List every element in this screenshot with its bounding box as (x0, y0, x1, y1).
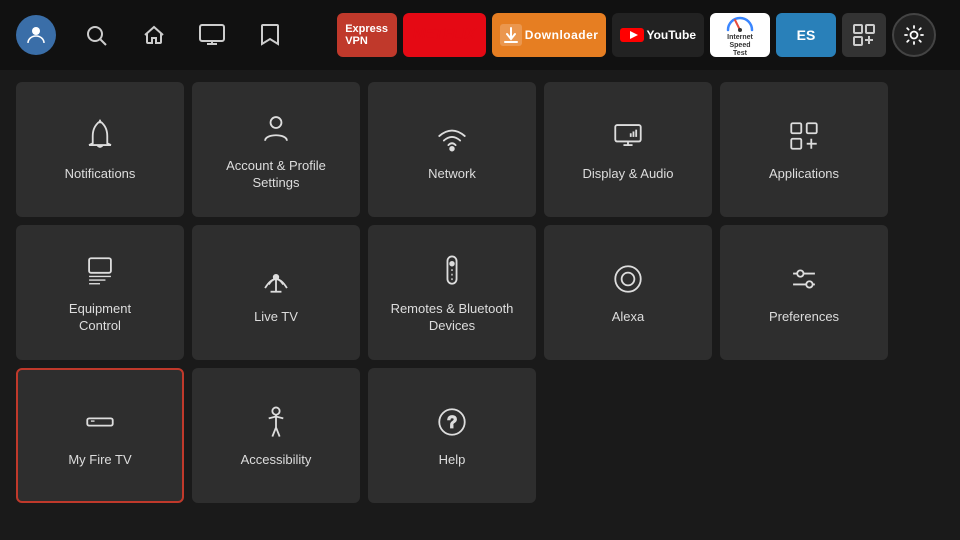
downloader-label: Downloader (525, 28, 599, 42)
help-icon: ? (432, 402, 472, 442)
youtube-app[interactable]: YouTube (612, 13, 704, 57)
topbar: ExpressVPN NETFLIX Downloader YouTube (0, 0, 960, 70)
downloader-app[interactable]: Downloader (492, 13, 607, 57)
account-label: Account & ProfileSettings (218, 158, 334, 192)
youtube-label: YouTube (646, 28, 696, 42)
tile-help[interactable]: ? Help (368, 368, 536, 503)
tile-network[interactable]: Network (368, 82, 536, 217)
applications-label: Applications (761, 166, 847, 183)
notifications-label: Notifications (57, 166, 144, 183)
bell-icon (80, 116, 120, 156)
tile-account[interactable]: Account & ProfileSettings (192, 82, 360, 217)
add-app-button[interactable] (842, 13, 886, 57)
nav-left (16, 15, 288, 55)
remotes-label: Remotes & BluetoothDevices (383, 301, 522, 335)
tile-preferences[interactable]: Preferences (720, 225, 888, 360)
tile-notifications[interactable]: Notifications (16, 82, 184, 217)
tile-applications[interactable]: Applications (720, 82, 888, 217)
help-label: Help (431, 452, 474, 469)
myfiretv-label: My Fire TV (60, 452, 139, 469)
tile-accessibility[interactable]: Accessibility (192, 368, 360, 503)
speedtest-label: InternetSpeedTest (727, 34, 753, 57)
settings-button[interactable] (892, 13, 936, 57)
accessibility-icon (256, 402, 296, 442)
sliders-icon (784, 259, 824, 299)
livetv-label: Live TV (246, 309, 306, 326)
es-label: ES (797, 27, 816, 43)
preferences-label: Preferences (761, 309, 847, 326)
expressvpn-app[interactable]: ExpressVPN (337, 13, 397, 57)
grid-row-1: Notifications Account & ProfileSettings … (16, 82, 944, 217)
bookmark-icon[interactable] (252, 17, 288, 53)
es-app[interactable]: ES (776, 13, 836, 57)
grid-row-3: My Fire TV Accessibility ? Help (16, 368, 944, 503)
alexa-icon (608, 259, 648, 299)
wifi-icon (432, 116, 472, 156)
tile-display-audio[interactable]: Display & Audio (544, 82, 712, 217)
profile-avatar[interactable] (16, 15, 56, 55)
monitor-icon (608, 116, 648, 156)
app-shortcuts: ExpressVPN NETFLIX Downloader YouTube (337, 13, 936, 57)
search-icon[interactable] (78, 17, 114, 53)
person-icon (256, 108, 296, 148)
tile-livetv[interactable]: Live TV (192, 225, 360, 360)
remote-icon (432, 251, 472, 291)
firetv-icon (80, 402, 120, 442)
alexa-label: Alexa (604, 309, 653, 326)
tile-alexa[interactable]: Alexa (544, 225, 712, 360)
tile-remotes[interactable]: Remotes & BluetoothDevices (368, 225, 536, 360)
settings-main: Notifications Account & ProfileSettings … (0, 70, 960, 515)
home-icon[interactable] (136, 17, 172, 53)
accessibility-label: Accessibility (233, 452, 320, 469)
netflix-app[interactable]: NETFLIX (403, 13, 486, 57)
tv-icon[interactable] (194, 17, 230, 53)
netflix-label: NETFLIX (413, 26, 476, 44)
expressvpn-label: ExpressVPN (345, 23, 388, 47)
tv-remote-icon (80, 251, 120, 291)
grid-row-2: EquipmentControl Live TV Remotes & Bluet (16, 225, 944, 360)
tile-equipment[interactable]: EquipmentControl (16, 225, 184, 360)
equipment-label: EquipmentControl (61, 301, 139, 335)
display-audio-label: Display & Audio (574, 166, 681, 183)
network-label: Network (420, 166, 484, 183)
speedtest-app[interactable]: InternetSpeedTest (710, 13, 770, 57)
antenna-icon (256, 259, 296, 299)
svg-text:?: ? (447, 414, 456, 432)
apps-icon (784, 116, 824, 156)
tile-myfiretv[interactable]: My Fire TV (16, 368, 184, 503)
